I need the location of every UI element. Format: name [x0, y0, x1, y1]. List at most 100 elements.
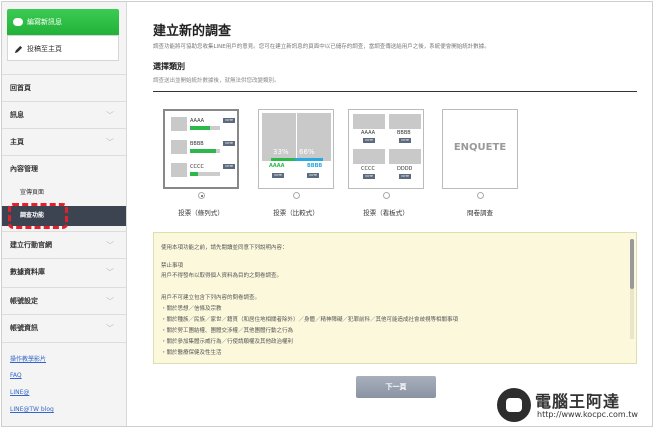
vote-bar [190, 126, 210, 130]
vote-bar [190, 172, 198, 176]
percent-label: 33% [273, 148, 289, 156]
row-label: AAAA [190, 118, 205, 124]
line-at-blog-link[interactable]: LINE@TW blog [10, 406, 54, 413]
vote-chip: VOTE [363, 138, 375, 143]
nav-messages[interactable]: 訊息 ﹀ [2, 101, 126, 128]
page-description: 調查功能將可協助您收集LINE用戶的意見。您可在建立新訊息的頁面中以已儲存的調查… [153, 44, 490, 50]
notice-heading: 用戶不可建立包含下列內容的問卷調查。 [161, 295, 261, 301]
radio-comparison-vote[interactable] [293, 192, 300, 199]
vote-chip: VOTE [363, 174, 375, 179]
option-card-comparison-vote[interactable]: 33% 66% AAAA BBBB VOTE VOTE [258, 109, 334, 189]
nav-homepage-label: 主頁 [10, 138, 24, 146]
chevron-down-icon: ﹀ [106, 138, 114, 147]
vote-chip: VOTE [223, 141, 235, 146]
new-message-label: 編寫新訊息 [27, 18, 62, 26]
highlight-annotation [8, 203, 68, 229]
nav-account-info-label: 帳號資訊 [10, 324, 38, 332]
vote-chip: VOTE [223, 164, 235, 169]
tutorial-video-link[interactable]: 操作教學影片 [10, 354, 46, 363]
notice-line: 用戶不得發布以取得個人資料為目的之問卷調查。 [161, 273, 283, 279]
notice-item: ・關於勞工團結權、團體交涉權／其他團體行動之行為 [161, 328, 294, 334]
vote-chip: VOTE [399, 174, 411, 179]
nav-messages-label: 訊息 [10, 111, 24, 119]
vote-bar [295, 158, 323, 161]
notice-item: ・關於思想／信條及宗教 [161, 306, 222, 312]
radio-questionnaire[interactable] [477, 192, 484, 199]
watermark-title: 電腦王阿達 [535, 392, 621, 411]
choice-label: BBBB [397, 130, 411, 136]
image-placeholder [353, 149, 385, 164]
divider [2, 342, 126, 343]
chevron-down-icon: ﹀ [106, 241, 114, 250]
section-divider [153, 91, 637, 92]
image-placeholder [353, 114, 385, 129]
chat-bubble-icon [13, 18, 23, 26]
notice-item: ・關於醫療保健及性生活 [161, 350, 222, 356]
radio-list-vote[interactable] [198, 192, 205, 199]
choice-label: AAAA [269, 163, 285, 169]
chevron-down-icon: ﹀ [106, 297, 114, 306]
nav-mobile-site[interactable]: 建立行動官網 ﹀ [2, 231, 126, 258]
watermark-logo-icon [497, 388, 531, 422]
new-message-button[interactable]: 編寫新訊息 [7, 9, 119, 35]
option-label: 投票（比較式） [273, 209, 319, 217]
vote-bar-remainder [210, 126, 220, 130]
nav-account-settings-label: 帳號設定 [10, 297, 38, 305]
nav-database[interactable]: 數據資料庫 ﹀ [2, 258, 126, 285]
image-placeholder [171, 117, 187, 131]
chevron-down-icon: ﹀ [106, 324, 114, 333]
option-card-questionnaire[interactable]: ENQUETE [442, 109, 518, 189]
option-card-list-vote[interactable]: AAAA VOTE BBBB VOTE CCCC VOTE [163, 109, 239, 189]
notice-scrollbar[interactable] [630, 239, 634, 339]
next-page-button[interactable]: 下一頁 [356, 376, 436, 398]
nav-home[interactable]: 回首頁 [2, 74, 126, 101]
section-description: 調查送出並開始統計數據後，就無法供您改變類別。 [153, 78, 280, 84]
image-placeholder [171, 140, 187, 154]
nav-content-label: 內容管理 [10, 165, 38, 173]
vote-chip: VOTE [223, 118, 235, 123]
main-content: 建立新的調查 調查功能將可協助您收集LINE用戶的意見。您可在建立新訊息的頁面中… [127, 2, 652, 426]
vote-bar-remainder [216, 149, 220, 153]
app-window: 編寫新訊息 投稿至主頁 回首頁 訊息 ﹀ 主頁 ﹀ 內容管理 宣傳頁面 調查功能 建… [1, 1, 653, 427]
vote-chip: VOTE [307, 173, 319, 178]
scrollbar-thumb[interactable] [630, 239, 634, 289]
option-label: 投票（條列式） [178, 209, 224, 217]
nav-account-settings[interactable]: 帳號設定 ﹀ [2, 287, 126, 314]
option-label: 問卷調查 [467, 209, 493, 217]
sidebar: 編寫新訊息 投稿至主頁 回首頁 訊息 ﹀ 主頁 ﹀ 內容管理 宣傳頁面 調查功能 建… [2, 2, 127, 426]
image-placeholder [389, 149, 421, 164]
terms-notice-box: 使用本項功能之前，請先閱讀並同意下列說明內容： 禁止事項 用戶不得發布以取得個人… [153, 232, 637, 364]
nav-account-info[interactable]: 帳號資訊 ﹀ [2, 314, 126, 341]
section-title: 選擇類別 [153, 62, 185, 71]
faq-link[interactable]: FAQ [10, 372, 22, 379]
line-at-link[interactable]: LINE@ [10, 389, 29, 396]
sub-item-label: 宣傳頁面 [20, 189, 45, 196]
notice-intro: 使用本項功能之前，請先閱讀並同意下列說明內容： [161, 245, 288, 251]
image-placeholder [171, 163, 187, 177]
vote-chip: VOTE [272, 173, 284, 178]
vote-bar [190, 149, 216, 153]
row-label: BBBB [190, 141, 204, 147]
option-card-board-vote[interactable]: AAAA BBBB VOTE VOTE CCCC DDDD VOTE VOTE [348, 109, 424, 189]
notice-item: ・關於參加集體示威行為／行使請願權及其他政治權利 [161, 339, 294, 345]
nav-mobile-site-label: 建立行動官網 [10, 241, 52, 249]
post-to-home-button[interactable]: 投稿至主頁 [7, 35, 119, 61]
nav-content-management[interactable]: 內容管理 [2, 155, 126, 182]
notice-item: ・關於種族／民族／家世／籍貫（和居住地相關者除外）／身體／精神障礙／犯罪前科／其… [161, 317, 459, 323]
chevron-down-icon: ﹀ [106, 111, 114, 120]
choice-label: AAAA [361, 130, 376, 136]
sub-item-promo-page[interactable]: 宣傳頁面 [2, 183, 126, 203]
vote-bar-remainder [198, 172, 220, 176]
nav-database-label: 數據資料庫 [10, 268, 45, 276]
option-label: 投票（看板式） [363, 209, 409, 217]
choice-label: CCCC [361, 166, 375, 172]
nav-homepage[interactable]: 主頁 ﹀ [2, 128, 126, 155]
radio-board-vote[interactable] [383, 192, 390, 199]
nav-home-label: 回首頁 [10, 84, 31, 92]
vote-chip: VOTE [399, 138, 411, 143]
vote-bar [271, 158, 295, 161]
percent-label: 66% [299, 148, 315, 156]
page-title: 建立新的調查 [153, 24, 232, 39]
choice-label: BBBB [307, 163, 323, 169]
post-home-label: 投稿至主頁 [27, 45, 62, 53]
